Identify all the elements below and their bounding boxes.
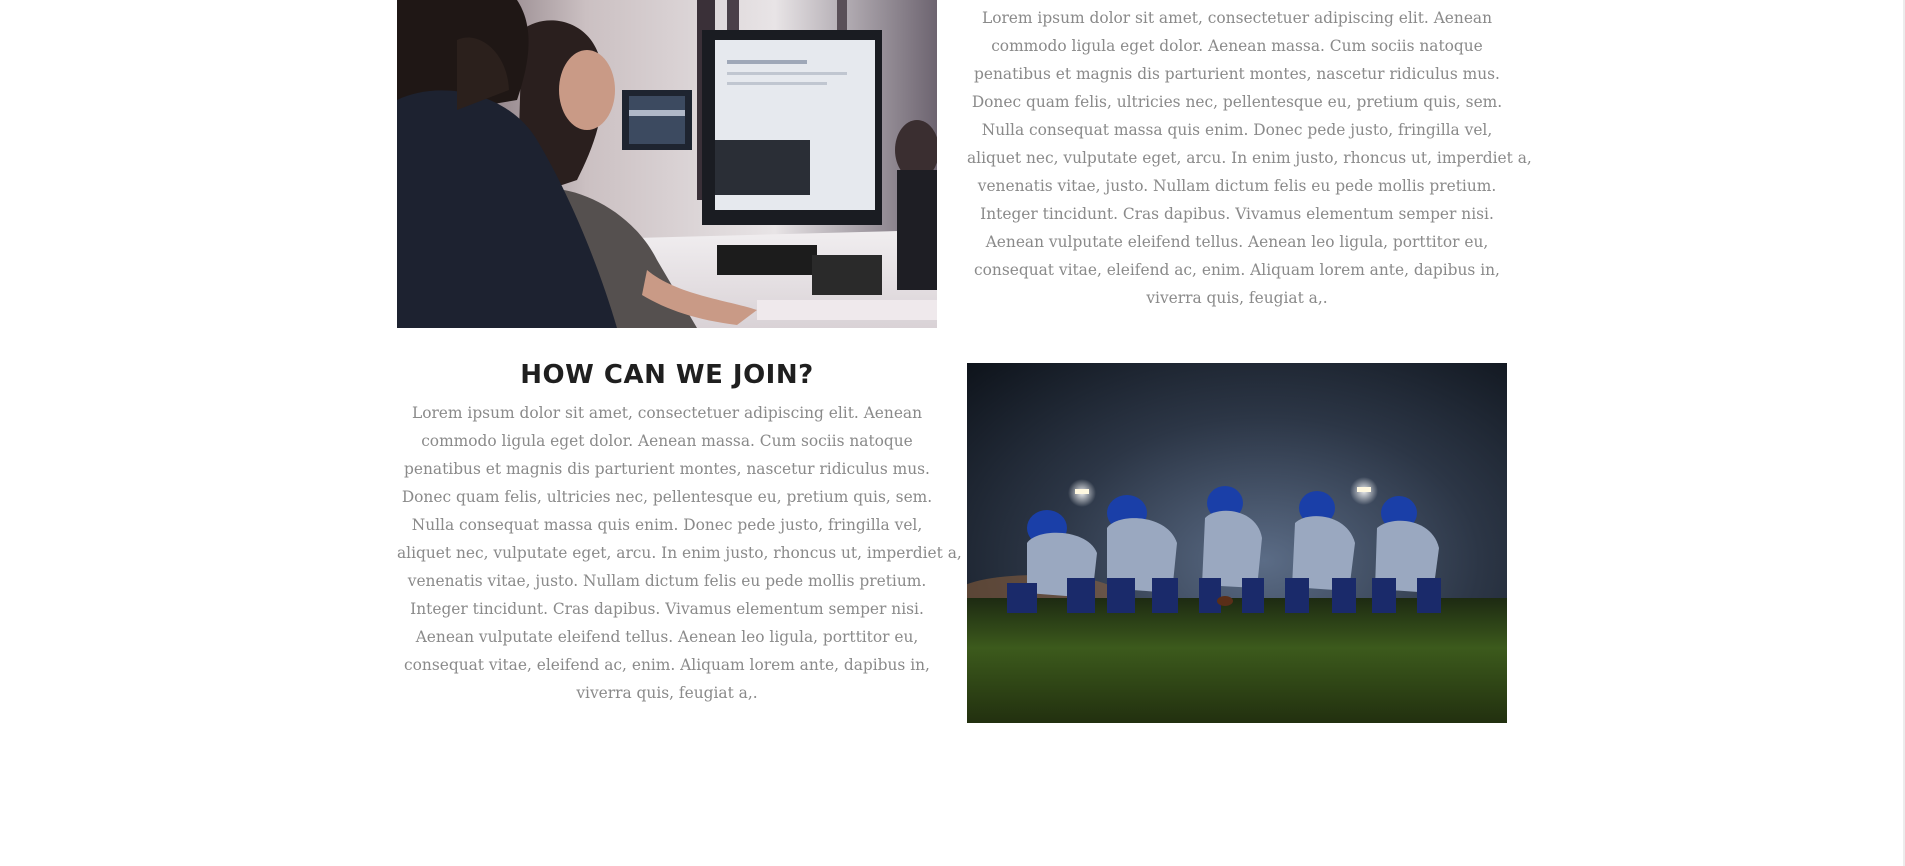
paragraph-line: aliquet nec, vulputate eget, arcu. In en… [967,149,1532,167]
paragraph-line: commodo ligula eget dolor. Aenean massa.… [991,37,1483,55]
paragraph-line: commodo ligula eget dolor. Aenean massa.… [421,432,913,450]
paragraph-line: Lorem ipsum dolor sit amet, consectetuer… [411,404,923,422]
paragraph-line: Nulla consequat massa quis enim. Donec p… [981,121,1493,139]
paragraph-line: venenatis vitae, justo. Nullam dictum fe… [407,572,927,590]
join-paragraph: Lorem ipsum dolor sit amet, consectetuer… [397,399,962,707]
paragraph-line: Aenean vulputate eleifend tellus. Aenean… [415,628,919,646]
paragraph-line: consequat vitae, eleifend ac, enim. Aliq… [974,261,1500,279]
paragraph-line: venenatis vitae, justo. Nullam dictum fe… [977,177,1497,195]
paragraph-line: consequat vitae, eleifend ac, enim. Aliq… [404,656,930,674]
intro-paragraph: Lorem ipsum dolor sit amet, consectetuer… [967,4,1532,312]
football-photo [967,363,1507,723]
paragraph-line: penatibus et magnis dis parturient monte… [404,460,930,478]
paragraph-line: Aenean vulputate eleifend tellus. Aenean… [985,233,1489,251]
paragraph-line: Donec quam felis, ultricies nec, pellent… [971,93,1503,111]
paragraph-line: Integer tincidunt. Cras dapibus. Vivamus… [980,205,1494,223]
paragraph-line: viverra quis, feugiat a,. [576,684,758,702]
paragraph-line: Integer tincidunt. Cras dapibus. Vivamus… [410,600,924,618]
paragraph-line: Lorem ipsum dolor sit amet, consectetuer… [981,9,1493,27]
paragraph-line: aliquet nec, vulputate eget, arcu. In en… [397,544,962,562]
paragraph-line: viverra quis, feugiat a,. [1146,289,1328,307]
section-heading: HOW CAN WE JOIN? [520,360,814,390]
page: Lorem ipsum dolor sit amet, consectetuer… [0,0,1905,866]
paragraph-line: Nulla consequat massa quis enim. Donec p… [411,516,923,534]
paragraph-line: Donec quam felis, ultricies nec, pellent… [401,488,933,506]
paragraph-line: penatibus et magnis dis parturient monte… [974,65,1500,83]
office-photo [397,0,937,328]
